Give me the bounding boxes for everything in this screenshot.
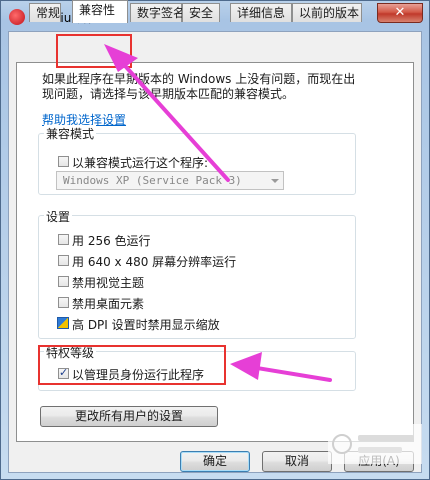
compat-mode-label: 以兼容模式运行这个程序:: [72, 156, 209, 170]
annotation-box-compat-tab: [56, 34, 132, 68]
checkbox-disable-desktop-composition[interactable]: [58, 297, 69, 308]
tab-previous-versions[interactable]: 以前的版本: [292, 3, 362, 22]
cancel-button[interactable]: 取消: [262, 451, 332, 472]
change-all-users-button[interactable]: 更改所有用户的设置: [40, 406, 218, 427]
label-disable-visual-themes: 禁用视觉主题: [72, 276, 145, 290]
compat-os-select[interactable]: Windows XP (Service Pack 3): [56, 171, 284, 190]
tab-digital-signature[interactable]: 数字签名: [130, 3, 185, 22]
checkbox-640x480[interactable]: [58, 255, 69, 266]
watermark-logo: [328, 424, 422, 464]
ok-button[interactable]: 确定: [180, 451, 250, 472]
label-high-dpi: 高 DPI 设置时禁用显示缩放: [72, 318, 220, 332]
label-disable-desktop-composition: 禁用桌面元素: [72, 297, 145, 311]
close-button[interactable]: ✕: [377, 3, 423, 23]
tab-general[interactable]: 常规: [29, 3, 61, 22]
tab-compatibility[interactable]: 兼容性: [72, 0, 128, 23]
tab-details[interactable]: 详细信息: [230, 3, 292, 22]
label-640x480: 用 640 x 480 屏幕分辨率运行: [72, 255, 237, 269]
label-256-color: 用 256 色运行: [72, 234, 151, 248]
intro-line-2: 现问题，请选择与该早期版本匹配的兼容模式。: [42, 87, 295, 101]
app-icon: [9, 9, 25, 25]
tab-security[interactable]: 安全: [182, 3, 220, 22]
compat-mode-checkbox[interactable]: [58, 156, 69, 167]
compat-os-value: Windows XP (Service Pack 3): [63, 174, 242, 187]
compat-mode-title: 兼容模式: [44, 125, 97, 142]
checkbox-disable-visual-themes[interactable]: [58, 276, 69, 287]
settings-title: 设置: [44, 208, 73, 225]
checkbox-256-color[interactable]: [58, 234, 69, 245]
chevron-down-icon: [271, 179, 279, 183]
annotation-box-privilege: [38, 345, 226, 385]
shield-icon: [57, 317, 69, 329]
